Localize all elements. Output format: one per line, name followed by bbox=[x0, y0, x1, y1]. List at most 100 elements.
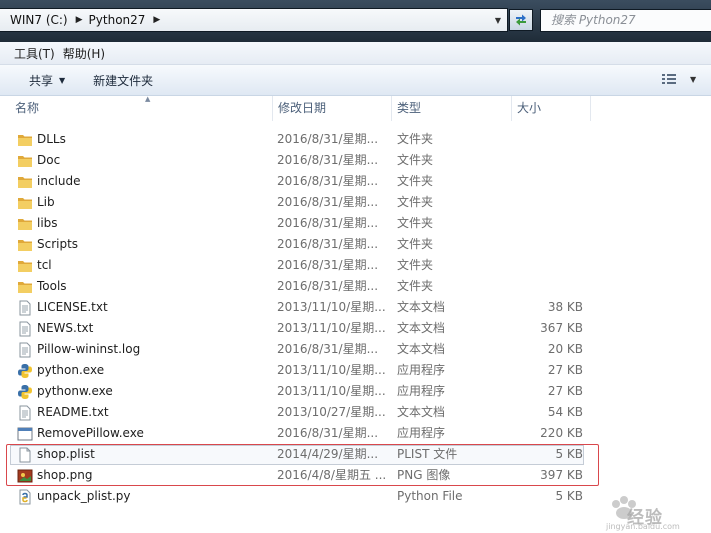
file-type: 文件夹 bbox=[397, 195, 434, 209]
file-row[interactable]: python.exe 2013/11/10/星期... 应用程序 27 KB bbox=[0, 360, 711, 381]
file-date: 2013/10/27/星期... bbox=[277, 405, 386, 419]
file-row[interactable]: Tools 2016/8/31/星期... 文件夹 bbox=[0, 276, 711, 297]
new-folder-button[interactable]: 新建文件夹 bbox=[65, 65, 153, 95]
folder-icon bbox=[17, 153, 33, 169]
refresh-button[interactable] bbox=[509, 9, 533, 31]
column-size-label: 大小 bbox=[517, 101, 542, 115]
file-name: NEWS.txt bbox=[37, 321, 94, 335]
search-input[interactable]: 搜索 Python27 bbox=[540, 9, 711, 32]
file-row[interactable]: pythonw.exe 2013/11/10/星期... 应用程序 27 KB bbox=[0, 381, 711, 402]
highlight-annotation bbox=[6, 444, 599, 486]
file-name: Scripts bbox=[37, 237, 79, 251]
file-row[interactable]: LICENSE.txt 2013/11/10/星期... 文本文档 38 KB bbox=[0, 297, 711, 318]
file-size: 54 KB bbox=[547, 405, 583, 419]
file-date: 2016/8/31/星期... bbox=[277, 279, 379, 293]
file-row[interactable]: NEWS.txt 2013/11/10/星期... 文本文档 367 KB bbox=[0, 318, 711, 339]
file-date: 2016/8/31/星期... bbox=[277, 342, 379, 356]
file-type: 应用程序 bbox=[397, 384, 446, 398]
application-icon bbox=[17, 426, 33, 442]
file-row[interactable]: Scripts 2016/8/31/星期... 文件夹 bbox=[0, 234, 711, 255]
column-size[interactable]: 大小 bbox=[511, 96, 591, 121]
file-size: 367 KB bbox=[540, 321, 583, 335]
menu-tools[interactable]: 工具(T) bbox=[0, 45, 63, 62]
file-date: 2016/8/31/星期... bbox=[277, 216, 379, 230]
file-date: 2013/11/10/星期... bbox=[277, 321, 386, 335]
file-size: 38 KB bbox=[547, 300, 583, 314]
text-document-icon bbox=[17, 342, 33, 358]
chevron-down-icon: ▼ bbox=[690, 74, 697, 84]
file-date: 2016/8/31/星期... bbox=[277, 426, 379, 440]
python-icon bbox=[17, 384, 33, 400]
folder-icon bbox=[17, 174, 33, 190]
column-header: ▲ 名称 修改日期 类型 大小 bbox=[0, 95, 711, 121]
view-options-button[interactable]: ▼ bbox=[662, 73, 696, 85]
file-row[interactable]: include 2016/8/31/星期... 文件夹 bbox=[0, 171, 711, 192]
file-row[interactable]: Pillow-wininst.log 2016/8/31/星期... 文本文档 20 … bbox=[0, 339, 711, 360]
column-name[interactable]: ▲ 名称 bbox=[10, 95, 271, 121]
address-dropdown-icon[interactable]: ▼ bbox=[489, 9, 507, 31]
file-row[interactable]: Doc 2016/8/31/星期... 文件夹 bbox=[0, 150, 711, 171]
file-size: 5 KB bbox=[555, 489, 583, 503]
file-name: Doc bbox=[37, 153, 61, 167]
file-name: RemovePillow.exe bbox=[37, 426, 144, 440]
file-name: LICENSE.txt bbox=[37, 300, 108, 314]
file-name: Pillow-wininst.log bbox=[37, 342, 141, 356]
column-type[interactable]: 类型 bbox=[391, 96, 510, 121]
file-type: 文件夹 bbox=[397, 174, 434, 188]
folder-icon bbox=[17, 258, 33, 274]
refresh-icon bbox=[516, 14, 526, 26]
file-type: 文件夹 bbox=[397, 216, 434, 230]
breadcrumb-drive[interactable]: WIN7 (C:) ▶ bbox=[0, 9, 89, 31]
file-date: 2013/11/10/星期... bbox=[277, 384, 386, 398]
file-row[interactable]: RemovePillow.exe 2016/8/31/星期... 应用程序 220 K… bbox=[0, 423, 711, 444]
text-document-icon bbox=[17, 405, 33, 421]
breadcrumb-folder-label: Python27 bbox=[88, 13, 146, 27]
file-name: Tools bbox=[37, 279, 67, 293]
file-name: Lib bbox=[37, 195, 55, 209]
text-document-icon bbox=[17, 300, 33, 316]
file-date: 2016/8/31/星期... bbox=[277, 195, 379, 209]
file-type: 文件夹 bbox=[397, 258, 434, 272]
folder-icon bbox=[17, 216, 33, 232]
address-bar[interactable]: WIN7 (C:) ▶ Python27 ▶ ▼ bbox=[0, 8, 508, 32]
file-type: 应用程序 bbox=[397, 426, 446, 440]
column-date-label: 修改日期 bbox=[278, 101, 327, 115]
file-date: 2016/8/31/星期... bbox=[277, 132, 379, 146]
file-type: 文件夹 bbox=[397, 153, 434, 167]
file-name: python.exe bbox=[37, 363, 105, 377]
folder-icon bbox=[17, 279, 33, 295]
file-date: 2013/11/10/星期... bbox=[277, 300, 386, 314]
breadcrumb-folder[interactable]: Python27 ▶ bbox=[89, 9, 167, 31]
file-row[interactable]: tcl 2016/8/31/星期... 文件夹 bbox=[0, 255, 711, 276]
file-type: 文件夹 bbox=[397, 237, 434, 251]
file-type: 文件夹 bbox=[397, 279, 434, 293]
file-row[interactable]: DLLs 2016/8/31/星期... 文件夹 bbox=[0, 129, 711, 150]
file-type: 文件夹 bbox=[397, 132, 434, 146]
file-type: 文本文档 bbox=[397, 321, 446, 335]
file-row[interactable]: Lib 2016/8/31/星期... 文件夹 bbox=[0, 192, 711, 213]
python-icon bbox=[17, 363, 33, 379]
file-row[interactable]: README.txt 2013/10/27/星期... 文本文档 54 KB bbox=[0, 402, 711, 423]
file-date: 2016/8/31/星期... bbox=[277, 153, 379, 167]
chevron-right-icon[interactable]: ▶ bbox=[149, 15, 166, 25]
file-size: 27 KB bbox=[547, 384, 583, 398]
menu-bar: 工具(T) 帮助(H) bbox=[0, 42, 711, 65]
menu-help[interactable]: 帮助(H) bbox=[63, 45, 113, 62]
file-row[interactable]: libs 2016/8/31/星期... 文件夹 bbox=[0, 213, 711, 234]
folder-icon bbox=[17, 195, 33, 211]
share-button[interactable]: 共享 ▼ bbox=[0, 65, 65, 95]
folder-icon bbox=[17, 237, 33, 253]
chevron-right-icon[interactable]: ▶ bbox=[72, 15, 89, 25]
file-date: 2016/8/31/星期... bbox=[277, 174, 379, 188]
python-file-icon bbox=[17, 489, 33, 505]
address-bar-area: WIN7 (C:) ▶ Python27 ▶ ▼ 搜索 Python27 bbox=[0, 0, 711, 42]
command-bar: 共享 ▼ 新建文件夹 ▼ bbox=[0, 65, 711, 96]
file-type: 文本文档 bbox=[397, 300, 446, 314]
file-type: Python File bbox=[397, 489, 463, 503]
column-date[interactable]: 修改日期 bbox=[272, 96, 390, 121]
file-type: 应用程序 bbox=[397, 363, 446, 377]
file-name: unpack_plist.py bbox=[37, 489, 131, 503]
file-name: libs bbox=[37, 216, 58, 230]
file-date: 2016/8/31/星期... bbox=[277, 237, 379, 251]
share-button-label: 共享 bbox=[29, 73, 54, 88]
